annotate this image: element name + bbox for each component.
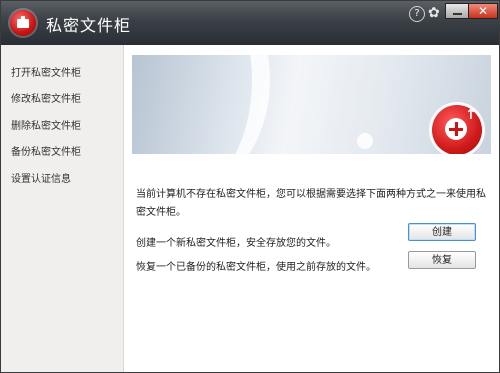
restore-description: 恢复一个已备份的私密文件柜，使用之前存放的文件。 — [136, 262, 376, 273]
add-safe-logo-icon: ↑ — [432, 105, 482, 154]
intro-text: 当前计算机不存在私密文件柜，您可以根据需要选择下面两种方式之一来使用私密文件柜。 — [136, 189, 486, 218]
banner-dot — [357, 133, 373, 149]
create-button[interactable]: 创建 — [408, 223, 476, 241]
close-button[interactable]: ✕ — [468, 3, 498, 19]
sidebar-item-delete[interactable]: 删除私密文件柜 — [11, 117, 81, 132]
sidebar-item-backup[interactable]: 备份私密文件柜 — [11, 143, 81, 158]
minimize-button[interactable] — [445, 3, 469, 19]
sidebar-item-open[interactable]: 打开私密文件柜 — [11, 64, 81, 79]
sidebar: 打开私密文件柜 修改私密文件柜 删除私密文件柜 备份私密文件柜 设置认证信息 — [1, 45, 124, 372]
create-description: 创建一个新私密文件柜，安全存放您的文件。 — [136, 238, 336, 249]
main-panel: ↑ 当前计算机不存在私密文件柜，您可以根据需要选择下面两种方式之一来使用私密文件… — [124, 45, 499, 372]
sidebar-item-auth-settings[interactable]: 设置认证信息 — [11, 170, 71, 185]
banner-image: ↑ — [132, 55, 491, 154]
app-window: 私密文件柜 ? ✿ ✕ 打开私密文件柜 修改私密文件柜 删除私密文件柜 备份私密… — [0, 0, 500, 373]
help-button[interactable]: ? — [409, 6, 425, 22]
title-bar[interactable]: 私密文件柜 ? ✿ ✕ — [1, 1, 499, 45]
settings-gear-icon[interactable]: ✿ — [428, 5, 440, 21]
sidebar-item-modify[interactable]: 修改私密文件柜 — [11, 90, 81, 105]
arrow-up-icon: ↑ — [465, 107, 477, 123]
window-title: 私密文件柜 — [46, 16, 132, 35]
safe-icon — [10, 10, 36, 36]
restore-button[interactable]: 恢复 — [408, 251, 476, 269]
banner-shine — [132, 55, 270, 154]
plus-icon — [445, 118, 467, 140]
